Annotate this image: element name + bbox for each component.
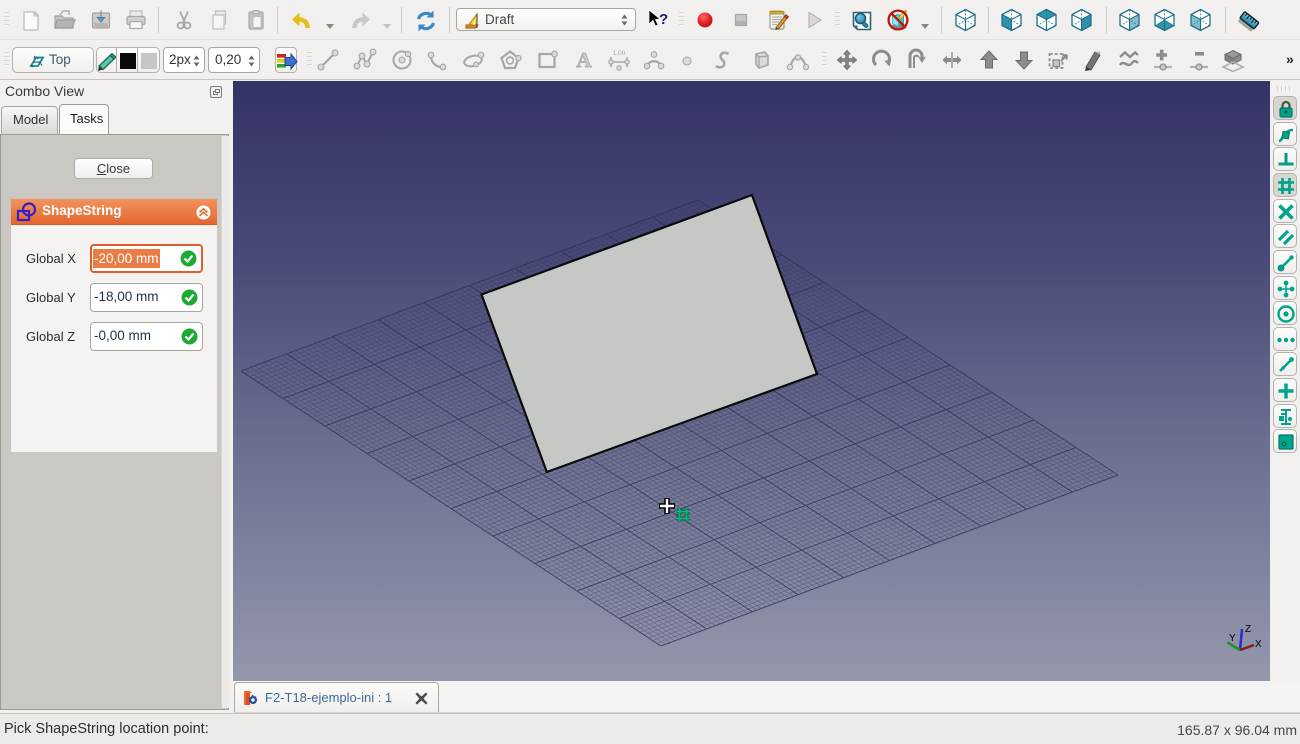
svg-text:A: A	[576, 48, 592, 72]
svg-text:X: X	[1255, 639, 1262, 650]
svg-text:?: ?	[659, 11, 668, 28]
svg-text:1.00: 1.00	[613, 50, 626, 57]
svg-text:Z: Z	[1245, 624, 1251, 635]
svg-text:Y: Y	[1229, 633, 1236, 644]
